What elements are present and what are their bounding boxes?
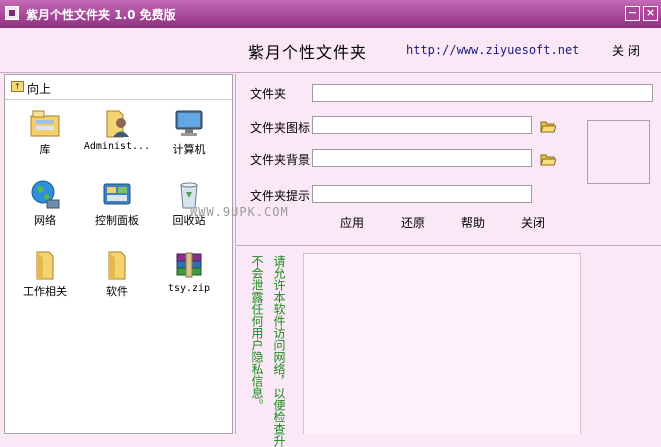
folder-icon	[36, 251, 54, 280]
folder-input[interactable]	[312, 84, 653, 102]
restore-button[interactable]: 还原	[401, 214, 425, 231]
file-item-label: 网络	[34, 214, 56, 227]
title-bar: 紫月个性文件夹 1.0 免费版 − ×	[0, 0, 661, 28]
apply-button[interactable]: 应用	[340, 214, 364, 231]
folder-settings-form: 文件夹 文件夹图标 文件夹背景 文件夹提示 应用 还原 帮助 关闭	[235, 74, 661, 246]
notice-panel: 请允许本软件访问网络，以便检查升 不会泄露任何用户隐私信息。	[235, 247, 661, 447]
watermark-text: WWW.9UPK.COM	[190, 205, 289, 219]
file-item-label: Administ...	[83, 141, 151, 152]
file-item-library[interactable]: 库	[9, 107, 81, 167]
minimize-button[interactable]: −	[625, 6, 640, 21]
close-window-button[interactable]: ×	[643, 6, 658, 21]
computer-icon	[175, 110, 203, 136]
folder-icon-label: 文件夹图标	[250, 121, 311, 135]
file-item-computer[interactable]: 计算机	[153, 107, 225, 167]
preview-area	[303, 253, 581, 434]
folder-icon-input[interactable]	[312, 116, 532, 134]
file-item-label: 计算机	[172, 143, 206, 156]
app-icon	[5, 6, 19, 20]
network-icon	[31, 180, 60, 209]
folder-background-input[interactable]	[312, 149, 532, 167]
file-item-label: 软件	[106, 285, 128, 298]
folder-tip-input[interactable]	[312, 185, 532, 203]
app-title: 紫月个性文件夹	[248, 43, 368, 62]
app-header: 紫月个性文件夹 http://www.ziyuesoft.net 关 闭	[0, 28, 661, 73]
file-item-label: 工作相关	[23, 285, 67, 298]
up-label: 向上	[27, 82, 52, 96]
browse-icon-folder-button[interactable]	[540, 119, 556, 133]
user-folder-icon	[106, 110, 129, 138]
browse-background-folder-button[interactable]	[540, 152, 556, 166]
close-button[interactable]: 关闭	[521, 214, 545, 231]
file-item-network[interactable]: 网络	[9, 178, 81, 238]
network-notice-line-1: 请允许本软件访问网络，以便检查升	[272, 255, 286, 447]
file-item-work-folder[interactable]: 工作相关	[9, 249, 81, 309]
folder-tip-label: 文件夹提示	[250, 189, 311, 203]
file-item-label: 控制面板	[95, 214, 139, 227]
folder-label: 文件夹	[250, 87, 287, 101]
zip-archive-icon	[176, 252, 202, 278]
website-link[interactable]: http://www.ziyuesoft.net	[406, 43, 579, 57]
file-item-control-panel[interactable]: 控制面板	[81, 178, 153, 238]
window-title: 紫月个性文件夹 1.0 免费版	[26, 8, 176, 22]
control-panel-icon	[103, 183, 131, 205]
help-button[interactable]: 帮助	[461, 214, 485, 231]
file-browser[interactable]: ↑ 向上 库 Administ... 计算机 网络 控制面板 回收站 工作相关 …	[4, 74, 233, 434]
folder-background-label: 文件夹背景	[250, 153, 311, 167]
file-item-software-folder[interactable]: 软件	[81, 249, 153, 309]
file-item-zip[interactable]: tsy.zip	[153, 249, 225, 309]
file-item-label: tsy.zip	[167, 283, 211, 294]
folder-icon	[108, 251, 126, 280]
file-item-administrator[interactable]: Administ...	[81, 107, 153, 167]
up-button[interactable]: ↑ 向上	[5, 75, 232, 100]
icon-preview-box	[587, 120, 650, 184]
network-notice-line-2: 不会泄露任何用户隐私信息。	[250, 255, 264, 411]
file-item-label: 库	[39, 143, 51, 156]
up-folder-icon: ↑	[11, 81, 24, 92]
header-close-button[interactable]: 关 闭	[612, 42, 640, 59]
library-icon	[30, 110, 60, 137]
